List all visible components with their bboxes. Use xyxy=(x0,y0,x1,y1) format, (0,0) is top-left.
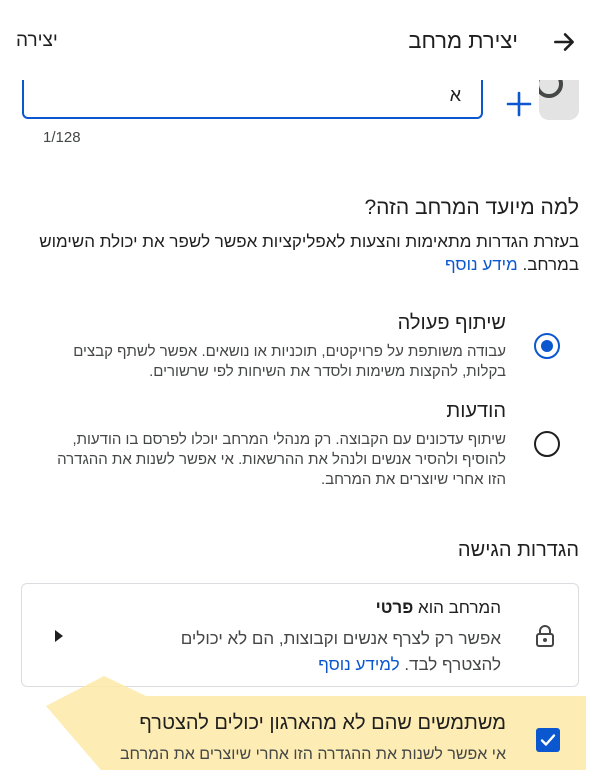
access-card-title-bold: פרטי xyxy=(375,598,414,617)
lock-icon xyxy=(536,625,554,647)
access-card-title: המרחב הוא פרטי xyxy=(376,598,501,618)
access-card-title-prefix: המרחב הוא xyxy=(418,598,501,617)
arrow-back-icon xyxy=(554,33,574,51)
character-counter: 1/128 xyxy=(43,129,81,146)
external-users-checkbox[interactable] xyxy=(536,728,560,752)
emoji-icon xyxy=(539,80,563,98)
access-settings-heading: הגדרות הגישה xyxy=(457,539,579,561)
expand-arrow-icon xyxy=(55,630,63,642)
purpose-learn-more-link[interactable]: מידע נוסף xyxy=(445,255,518,274)
emoji-picker-button[interactable] xyxy=(501,80,579,120)
radio-collaboration[interactable] xyxy=(534,333,560,359)
option-title: הודעות xyxy=(446,400,506,422)
access-settings-card[interactable]: המרחב הוא פרטי אפשר רק לצרף אנשים וקבוצו… xyxy=(21,583,579,687)
external-users-description: אי אפשר לשנות את ההגדרה הזו אחרי שיוצרים… xyxy=(119,746,506,763)
option-description: עבודה משותפת על פרויקטים, תוכניות או נוש… xyxy=(73,343,506,380)
page-title: יצירת מרחב xyxy=(408,28,518,53)
back-button[interactable] xyxy=(548,26,580,58)
access-card-description: אפשר רק לצרף אנשים וקבוצות, הם לא יכולים… xyxy=(131,626,501,678)
check-icon xyxy=(540,734,556,746)
add-icon xyxy=(506,91,532,117)
external-users-setting[interactable]: משתמשים שהם לא מהארגון יכולים להצטרף אי … xyxy=(0,704,600,770)
create-button[interactable]: יצירה xyxy=(16,30,58,52)
radio-announcements[interactable] xyxy=(534,431,560,457)
option-description: שיתוף עדכונים עם הקבוצה. רק מנהלי המרחב … xyxy=(57,431,506,488)
emoji-avatar xyxy=(539,80,579,120)
top-app-bar: יצירת מרחב יצירה xyxy=(0,0,600,80)
purpose-description: בעזרת הגדרות מתאימות והצעות לאפליקציות א… xyxy=(19,230,579,276)
access-learn-more-link[interactable]: למידע נוסף xyxy=(318,655,399,674)
external-users-label: משתמשים שהם לא מהארגון יכולים להצטרף xyxy=(139,712,506,734)
option-title: שיתוף פעולה xyxy=(397,312,506,334)
purpose-heading: למה מיועד המרחב הזה? xyxy=(364,196,579,219)
